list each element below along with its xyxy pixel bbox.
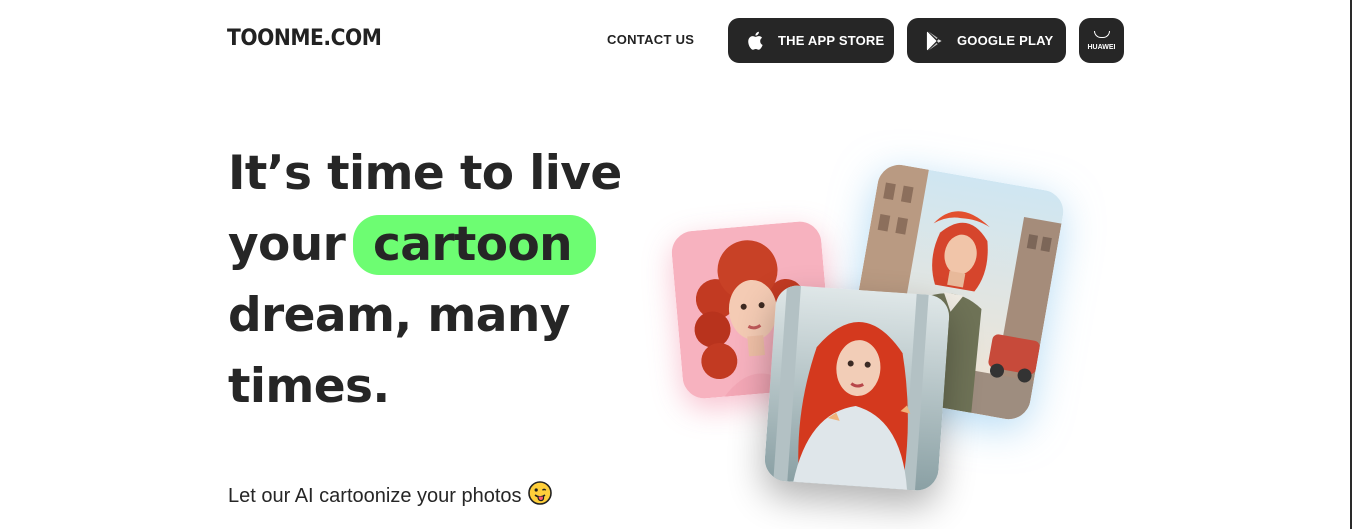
huawei-appgallery-button[interactable]: HUAWEI <box>1079 18 1124 63</box>
forest-portrait-illustration <box>763 284 951 492</box>
headline-line-3: dream, many <box>228 288 570 343</box>
app-store-label: THE APP STORE <box>778 33 885 48</box>
google-play-icon <box>926 30 944 51</box>
photo-card-forest <box>763 284 951 492</box>
hero-headline: It’s time to live your cartoon dream, ma… <box>228 138 648 422</box>
site-logo[interactable]: TOONME.COM <box>227 26 382 51</box>
headline-line-2-prefix: your <box>228 217 346 272</box>
headline-highlight: cartoon <box>352 215 596 275</box>
google-play-button[interactable]: GOOGLE PLAY <box>907 18 1066 63</box>
apple-icon <box>747 31 765 51</box>
tongue-emoji-icon <box>527 481 552 511</box>
headline-line-2: your cartoon <box>228 209 648 280</box>
app-store-button[interactable]: THE APP STORE <box>728 18 894 63</box>
headline-line-4: times. <box>228 359 390 414</box>
hero-subtext-text: Let our AI cartoonize your photos <box>228 485 522 507</box>
hero-subtext: Let our AI cartoonize your photos <box>228 481 552 511</box>
huawei-bag-icon <box>1093 30 1110 38</box>
headline-line-1: It’s time to live <box>228 146 622 201</box>
google-play-label: GOOGLE PLAY <box>957 33 1054 48</box>
huawei-label: HUAWEI <box>1087 43 1116 51</box>
contact-us-link[interactable]: CONTACT US <box>607 32 694 47</box>
landing-page: TOONME.COM CONTACT US THE APP STORE GOOG… <box>0 0 1352 529</box>
